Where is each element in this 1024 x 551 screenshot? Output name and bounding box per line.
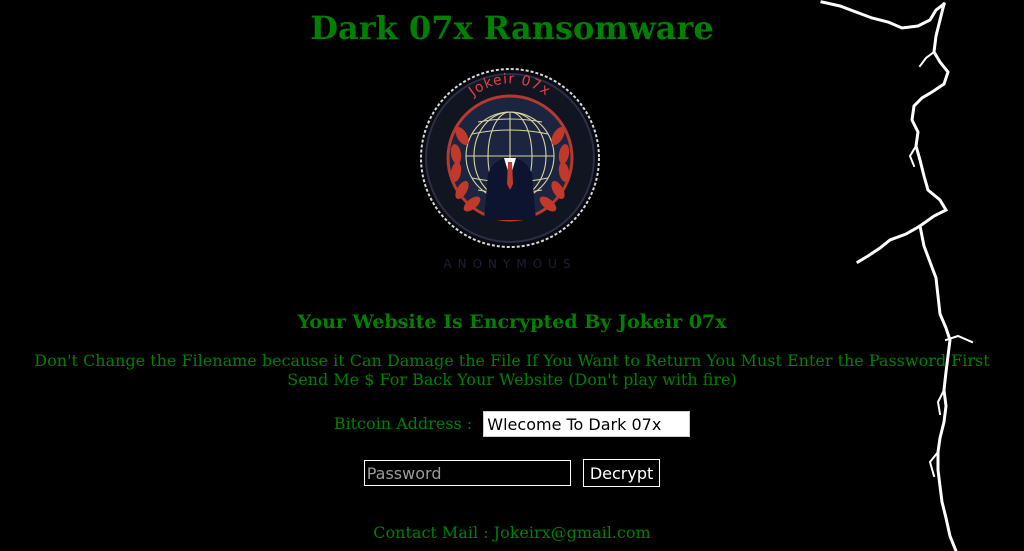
ransom-message-line-2: Send Me $ For Back Your Website (Don't p… <box>287 370 737 389</box>
password-input[interactable] <box>363 460 571 486</box>
ransom-message-line-1: Don't Change the Filename because it Can… <box>34 351 990 370</box>
ransom-message: Don't Change the Filename because it Can… <box>0 351 1024 389</box>
password-row: Decrypt <box>0 459 1024 487</box>
page-title: Dark 07x Ransomware <box>310 9 714 47</box>
bitcoin-address-input[interactable] <box>483 411 691 437</box>
anonymous-emblem-icon: Jokeir 07x ANONYMOUS <box>420 68 600 271</box>
bitcoin-address-label: Bitcoin Address : <box>333 414 473 433</box>
decrypt-button[interactable]: Decrypt <box>582 459 661 487</box>
bitcoin-address-row: Bitcoin Address : <box>0 411 1024 437</box>
emblem-bottom-text: ANONYMOUS <box>443 257 576 271</box>
encryption-headline: Your Website Is Encrypted By Jokeir 07x <box>297 311 727 333</box>
contact-mail: Contact Mail : Jokeirx@gmail.com <box>373 523 651 542</box>
